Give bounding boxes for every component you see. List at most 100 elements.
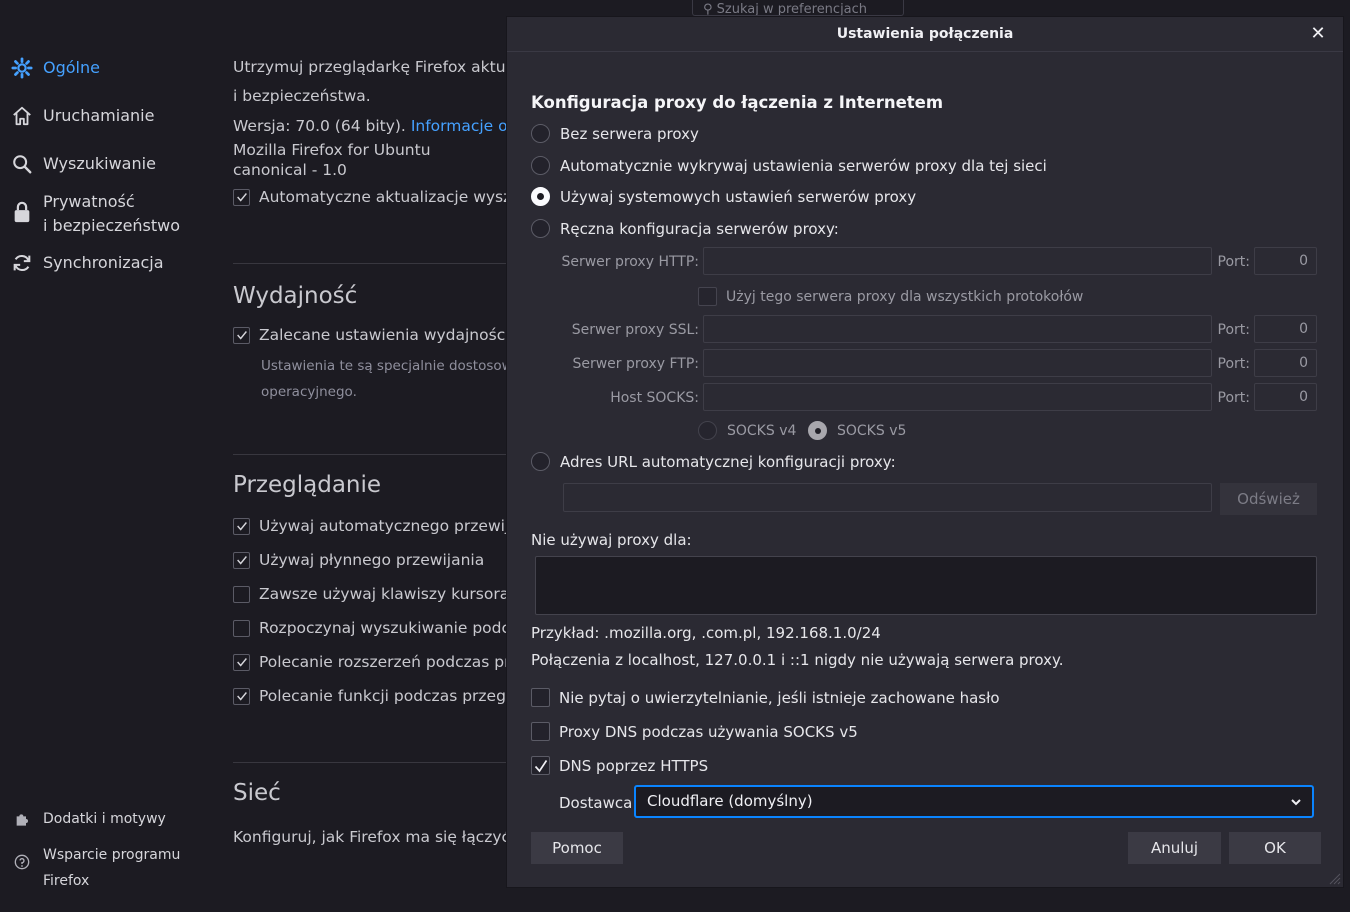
http-proxy-input[interactable] [703,247,1212,275]
ssl-port-input[interactable]: 0 [1254,315,1317,343]
search-icon: ⚲ [703,2,717,16]
ftp-port-label: Port: [1217,356,1250,372]
no-auth-prompt-checkbox[interactable]: Nie pytaj o uwierzytelnianie, jeśli istn… [531,688,1000,707]
radio-button[interactable] [531,156,550,175]
version-info: Wersja: 70.0 (64 bity). Informacje o w [233,117,525,135]
cancel-button[interactable]: Anuluj [1128,832,1221,864]
sidebar-item-label: Uruchamianie [43,106,155,125]
radio-autoconfig-url[interactable]: Adres URL automatycznej konfiguracji pro… [531,452,896,471]
search-icon [10,152,34,176]
sidebar-item-label-line1: Prywatność [43,192,135,211]
recommended-performance-checkbox[interactable]: Zalecane ustawienia wydajności. [233,326,514,344]
radio-label: Używaj systemowych ustawień serwerów pro… [560,187,917,206]
autoconfig-url-input[interactable] [563,483,1212,512]
socks-v4-radio[interactable]: SOCKS v4 [698,421,796,440]
home-icon [10,104,34,128]
checkbox[interactable] [531,688,550,707]
proxy-section-title: Konfiguracja proxy do łączenia z Interne… [531,93,944,112]
ftp-proxy-label: Serwer proxy FTP: [572,356,699,372]
http-port-input[interactable]: 0 [1254,247,1317,275]
sidebar-item-support[interactable]: Wsparcie programu Firefox [10,842,180,894]
sidebar-item-label: Ogólne [43,58,100,77]
update-description-line2: i bezpieczeństwa. [233,87,371,105]
checkbox-checked[interactable] [233,517,250,535]
search-placeholder: Szukaj w preferencjach [716,2,868,16]
checkbox[interactable] [531,722,550,741]
sidebar-item-search[interactable]: Wyszukiwanie [10,152,156,176]
radio-button[interactable] [531,219,550,238]
radio-button[interactable] [531,124,550,143]
browsing-option-checkbox[interactable]: Używaj płynnego przewijania [233,551,484,569]
ssl-proxy-input[interactable] [703,315,1212,343]
browsing-option-checkbox[interactable]: Polecanie rozszerzeń podczas prz [233,653,519,671]
auto-update-checkbox[interactable]: Automatyczne aktualizacje wyszu [233,188,521,206]
checkbox[interactable] [233,585,250,603]
checkbox-label: Używaj płynnego przewijania [259,551,485,569]
radio-label: SOCKS v5 [837,422,907,439]
browsing-option-checkbox[interactable]: Polecanie funkcji podczas przegl [233,687,510,705]
checkbox-label: Polecanie rozszerzeń podczas prz [259,653,519,671]
help-icon [10,854,34,870]
build-line2: canonical - 1.0 [233,161,347,179]
browsing-option-checkbox[interactable]: Zawsze używaj klawiszy kursora d [233,585,524,603]
checkbox-checked[interactable] [233,188,250,206]
checkbox[interactable] [233,619,250,637]
checkbox-label: Użyj tego serwera proxy dla wszystkich p… [726,288,1084,305]
ftp-port-input[interactable]: 0 [1254,349,1317,377]
socks-v5-radio[interactable]: SOCKS v5 [808,421,906,440]
dialog-title: Ustawienia połączenia [507,17,1343,52]
sidebar-item-label: Wyszukiwanie [43,154,156,173]
help-button[interactable]: Pomoc [531,832,623,864]
browsing-option-checkbox[interactable]: Rozpoczynaj wyszukiwanie podcz [233,619,518,637]
checkbox-label: Proxy DNS podczas używania SOCKS v5 [559,722,858,741]
checkbox-checked[interactable] [233,551,250,569]
sync-icon [10,251,34,275]
localhost-note: Połączenia z localhost, 127.0.0.1 i ::1 … [531,651,1064,669]
resize-grip-icon[interactable] [1327,871,1341,885]
checkbox-checked[interactable] [531,756,550,775]
close-icon[interactable]: ✕ [1309,25,1327,43]
checkbox[interactable] [698,287,717,306]
sidebar-item-addons[interactable]: Dodatki i motywy [10,809,166,829]
performance-description: Ustawienia te są specjalnie dostosow [261,358,513,374]
proxy-dns-socks5-checkbox[interactable]: Proxy DNS podczas używania SOCKS v5 [531,722,858,741]
checkbox-checked[interactable] [233,687,250,705]
socks-host-input[interactable] [703,383,1212,411]
dns-over-https-checkbox[interactable]: DNS poprzez HTTPS [531,756,708,775]
checkbox-checked[interactable] [233,326,250,344]
ok-button[interactable]: OK [1229,832,1321,864]
checkbox-label: Automatyczne aktualizacje wyszu [259,188,522,206]
checkbox-label: Zalecane ustawienia wydajności. [259,326,515,344]
radio-button[interactable] [531,452,550,471]
sidebar-item-home[interactable]: Uruchamianie [10,104,154,128]
build-line1: Mozilla Firefox for Ubuntu [233,141,431,159]
provider-select[interactable]: Cloudflare (domyślny) [634,785,1314,818]
no-proxy-textarea[interactable] [535,556,1317,615]
sidebar-item-label: Synchronizacja [43,253,164,272]
preferences-search-input[interactable]: ⚲ Szukaj w preferencjach [692,0,904,16]
ftp-proxy-input[interactable] [703,349,1212,377]
sidebar-item-sync[interactable]: Synchronizacja [10,251,164,275]
browsing-option-checkbox[interactable]: Używaj automatycznego przewija [233,517,519,535]
sidebar-item-privacy[interactable]: Prywatność i bezpieczeństwo [10,190,180,238]
radio-button[interactable] [698,421,717,440]
radio-button-selected[interactable] [808,421,827,440]
radio-system-proxy[interactable]: Używaj systemowych ustawień serwerów pro… [531,187,916,206]
browsing-heading: Przeglądanie [233,472,382,498]
sidebar-item-general[interactable]: Ogólne [10,56,100,80]
checkbox-label: Rozpoczynaj wyszukiwanie podcz [259,619,519,637]
socks-port-input[interactable]: 0 [1254,383,1317,411]
radio-no-proxy[interactable]: Bez serwera proxy [531,124,699,143]
refresh-button[interactable]: Odśwież [1220,483,1317,515]
radio-button-selected[interactable] [531,187,550,206]
radio-manual-proxy[interactable]: Ręczna konfiguracja serwerów proxy: [531,219,839,238]
section-divider [233,454,533,455]
radio-label: Bez serwera proxy [560,124,699,143]
checkbox-checked[interactable] [233,653,250,671]
performance-description-line2: operacyjnego. [261,384,357,400]
radio-auto-detect[interactable]: Automatycznie wykrywaj ustawienia serwer… [531,156,1047,175]
use-for-all-checkbox[interactable]: Użyj tego serwera proxy dla wszystkich p… [698,287,1083,306]
provider-selected-value: Cloudflare (domyślny) [647,792,813,810]
chevron-down-icon [1291,799,1301,806]
sidebar-item-label-line2: i bezpieczeństwo [43,216,181,235]
